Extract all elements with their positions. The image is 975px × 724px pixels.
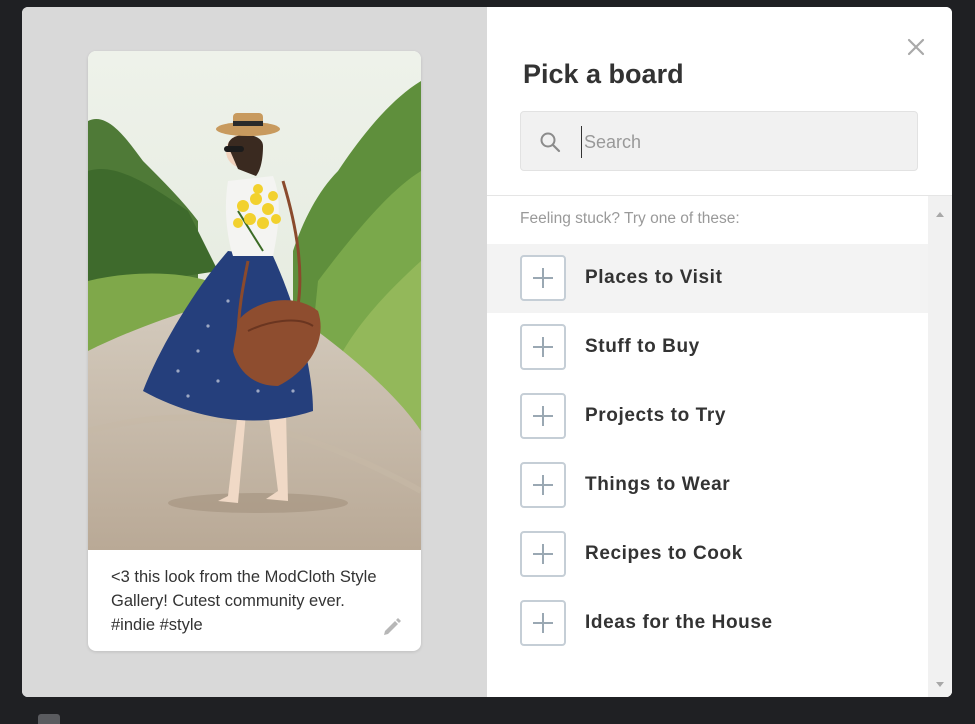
- board-picker-panel: Pick a board Feeling stuck? Try one of t…: [487, 7, 952, 697]
- scroll-up-icon[interactable]: [936, 212, 944, 217]
- plus-icon[interactable]: [520, 324, 566, 370]
- pin-card: <3 this look from the ModCloth Style Gal…: [88, 51, 421, 651]
- pin-preview-panel: <3 this look from the ModCloth Style Gal…: [22, 7, 487, 697]
- pencil-icon[interactable]: [381, 615, 403, 637]
- scrollbar[interactable]: [928, 196, 952, 697]
- suggestions-header: Feeling stuck? Try one of these:: [520, 210, 740, 227]
- board-item-projects-to-try[interactable]: Projects to Try: [487, 382, 928, 451]
- board-item-ideas-for-the-house[interactable]: Ideas for the House: [487, 589, 928, 658]
- plus-icon[interactable]: [520, 255, 566, 301]
- pin-image: [88, 51, 421, 550]
- background-control-edge: [38, 714, 60, 724]
- plus-icon[interactable]: [520, 393, 566, 439]
- search-input[interactable]: [581, 126, 906, 158]
- search-box[interactable]: [520, 111, 918, 171]
- board-label: Recipes to Cook: [585, 543, 743, 564]
- plus-icon[interactable]: [520, 531, 566, 577]
- board-label: Things to Wear: [585, 474, 731, 495]
- search-icon: [540, 132, 561, 153]
- board-item-places-to-visit[interactable]: Places to Visit: [487, 244, 928, 313]
- board-item-stuff-to-buy[interactable]: Stuff to Buy: [487, 313, 928, 382]
- pin-it-modal: <3 this look from the ModCloth Style Gal…: [22, 7, 952, 697]
- close-icon[interactable]: [906, 37, 926, 57]
- board-suggestion-list: Places to Visit Stuff to Buy Projects to…: [487, 244, 928, 658]
- board-label: Places to Visit: [585, 267, 723, 288]
- scroll-down-icon[interactable]: [936, 682, 944, 687]
- divider: [487, 195, 952, 196]
- board-item-things-to-wear[interactable]: Things to Wear: [487, 451, 928, 520]
- panel-title: Pick a board: [523, 59, 684, 89]
- pin-description: <3 this look from the ModCloth Style Gal…: [111, 568, 377, 634]
- board-label: Projects to Try: [585, 405, 726, 426]
- board-item-recipes-to-cook[interactable]: Recipes to Cook: [487, 520, 928, 589]
- plus-icon[interactable]: [520, 600, 566, 646]
- board-label: Stuff to Buy: [585, 336, 700, 357]
- board-label: Ideas for the House: [585, 612, 773, 633]
- plus-icon[interactable]: [520, 462, 566, 508]
